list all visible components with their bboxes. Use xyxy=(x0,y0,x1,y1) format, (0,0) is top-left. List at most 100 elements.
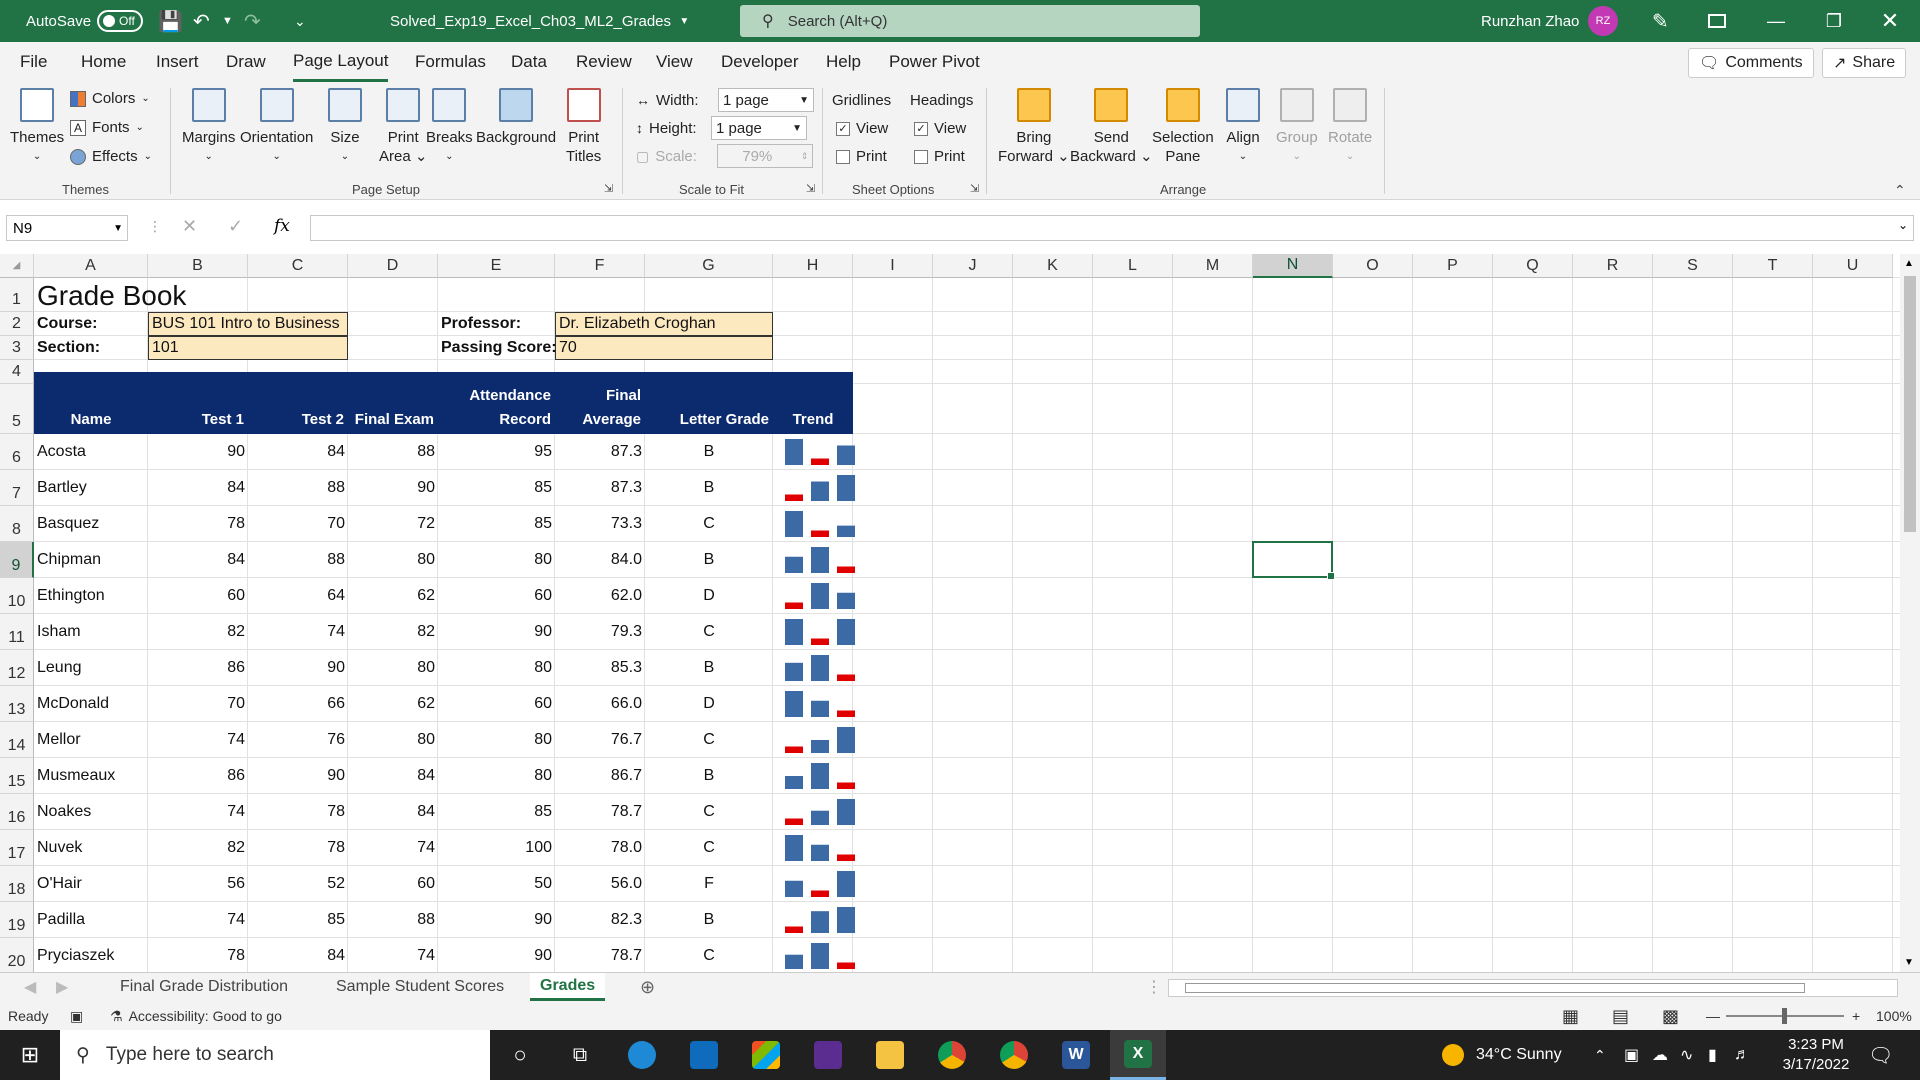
next-sheet-icon[interactable]: ▶ xyxy=(56,973,68,1001)
student-name[interactable]: O'Hair xyxy=(34,866,148,902)
final-exam-score[interactable]: 90 xyxy=(348,470,438,506)
student-name[interactable]: Padilla xyxy=(34,902,148,938)
final-exam-score[interactable]: 88 xyxy=(348,902,438,938)
sheet-options-launcher-icon[interactable]: ⇲ xyxy=(970,182,979,195)
insert-function-icon[interactable]: fx xyxy=(274,216,290,236)
volume-icon[interactable]: ♬ xyxy=(1734,1030,1750,1080)
test-1-score[interactable]: 56 xyxy=(148,866,248,902)
row-header-7[interactable]: 7 xyxy=(0,470,34,506)
row-header-16[interactable]: 16 xyxy=(0,794,34,830)
column-header-a[interactable]: A xyxy=(34,254,148,278)
task-view-icon[interactable]: ⧉ xyxy=(552,1030,608,1080)
final-average[interactable]: 86.7 xyxy=(555,758,645,794)
word-icon[interactable]: W xyxy=(1048,1030,1104,1080)
letter-grade[interactable]: B xyxy=(645,470,773,506)
final-average[interactable]: 79.3 xyxy=(555,614,645,650)
scale-launcher-icon[interactable]: ⇲ xyxy=(806,182,815,195)
final-average[interactable]: 84.0 xyxy=(555,542,645,578)
letter-grade[interactable]: B xyxy=(645,758,773,794)
name-box[interactable]: N9 ▼ xyxy=(6,215,128,241)
column-header-i[interactable]: I xyxy=(853,254,933,278)
final-average[interactable]: 85.3 xyxy=(555,650,645,686)
letter-grade[interactable]: B xyxy=(645,434,773,470)
final-exam-score[interactable]: 88 xyxy=(348,434,438,470)
headings-print-checkbox[interactable]: Print xyxy=(914,148,965,165)
clock[interactable]: 3:23 PM 3/17/2022 xyxy=(1768,1030,1864,1080)
letter-grade[interactable]: C xyxy=(645,722,773,758)
attendance-record[interactable]: 80 xyxy=(438,650,555,686)
breaks-button[interactable]: Breaks ⌄ xyxy=(426,88,473,166)
row-header-17[interactable]: 17 xyxy=(0,830,34,866)
final-average[interactable]: 78.0 xyxy=(555,830,645,866)
column-header-d[interactable]: D xyxy=(348,254,438,278)
chrome-profile-icon[interactable] xyxy=(986,1030,1042,1080)
test-1-score[interactable]: 86 xyxy=(148,650,248,686)
column-header-p[interactable]: P xyxy=(1413,254,1493,278)
horizontal-scrollbar[interactable] xyxy=(1168,979,1898,997)
final-exam-score[interactable]: 80 xyxy=(348,650,438,686)
add-sheet-icon[interactable]: ⊕ xyxy=(640,973,655,1001)
final-average[interactable]: 66.0 xyxy=(555,686,645,722)
test-1-score[interactable]: 82 xyxy=(148,614,248,650)
windows-start-icon[interactable]: ⊞ xyxy=(2,1030,58,1080)
column-header-s[interactable]: S xyxy=(1653,254,1733,278)
student-name[interactable]: Musmeaux xyxy=(34,758,148,794)
student-name[interactable]: McDonald xyxy=(34,686,148,722)
test-2-score[interactable]: 90 xyxy=(248,650,348,686)
letter-grade[interactable]: C xyxy=(645,830,773,866)
letter-grade[interactable]: C xyxy=(645,794,773,830)
column-header-k[interactable]: K xyxy=(1013,254,1093,278)
header-name[interactable]: Name xyxy=(34,372,148,434)
final-exam-score[interactable]: 80 xyxy=(348,542,438,578)
background-button[interactable]: Background xyxy=(476,88,556,147)
letter-grade[interactable]: F xyxy=(645,866,773,902)
row-header-6[interactable]: 6 xyxy=(0,434,34,470)
row-header-20[interactable]: 20 xyxy=(0,938,34,972)
save-icon[interactable]: 💾 xyxy=(158,0,183,42)
final-average[interactable]: 87.3 xyxy=(555,434,645,470)
column-header-b[interactable]: B xyxy=(148,254,248,278)
horizontal-scroll-thumb[interactable] xyxy=(1185,983,1805,993)
store-icon[interactable] xyxy=(738,1030,794,1080)
column-header-t[interactable]: T xyxy=(1733,254,1813,278)
row-header-10[interactable]: 10 xyxy=(0,578,34,614)
column-header-j[interactable]: J xyxy=(933,254,1013,278)
attendance-record[interactable]: 80 xyxy=(438,542,555,578)
taskbar-search[interactable]: ⚲ Type here to search xyxy=(60,1030,490,1080)
print-titles-button[interactable]: Print Titles xyxy=(566,88,601,166)
row-header-2[interactable]: 2 xyxy=(0,312,34,336)
row-header-3[interactable]: 3 xyxy=(0,336,34,360)
tab-draw[interactable]: Draw xyxy=(226,42,266,82)
headings-view-checkbox[interactable]: ✓ View xyxy=(914,120,966,137)
letter-grade[interactable]: B xyxy=(645,542,773,578)
test-1-score[interactable]: 86 xyxy=(148,758,248,794)
meet-icon[interactable]: ▣ xyxy=(1624,1030,1639,1080)
passing-score-label[interactable]: Passing Score: xyxy=(438,336,557,360)
battery-icon[interactable]: ▮ xyxy=(1708,1030,1717,1080)
final-exam-score[interactable]: 74 xyxy=(348,830,438,866)
file-name[interactable]: Solved_Exp19_Excel_Ch03_ML2_Grades ▼ xyxy=(390,0,689,42)
test-2-score[interactable]: 78 xyxy=(248,794,348,830)
header-attendance-record[interactable]: Attendance Record xyxy=(438,372,555,434)
tab-file[interactable]: File xyxy=(20,42,47,82)
row-header-11[interactable]: 11 xyxy=(0,614,34,650)
column-header-f[interactable]: F xyxy=(555,254,645,278)
excel-icon[interactable]: X xyxy=(1110,1030,1166,1080)
test-1-score[interactable]: 82 xyxy=(148,830,248,866)
effects-button[interactable]: Effects ⌄ xyxy=(70,148,152,165)
height-dropdown[interactable]: 1 page ▼ xyxy=(711,116,807,140)
bring-forward-button[interactable]: Bring Forward ⌄ xyxy=(998,88,1070,166)
zoom-slider[interactable] xyxy=(1726,1002,1844,1030)
macro-record-icon[interactable]: ▣ xyxy=(70,1002,83,1030)
user-name[interactable]: Runzhan Zhao xyxy=(1481,0,1579,42)
column-header-c[interactable]: C xyxy=(248,254,348,278)
test-1-score[interactable]: 90 xyxy=(148,434,248,470)
colors-button[interactable]: Colors ⌄ xyxy=(70,90,150,107)
worksheet-grid[interactable]: ◢ A B C D E F G H I J K L M N O P Q R S T U 1 2 3 4 5 6 7 8 9 10 11 12 13 1… xyxy=(0,254,1900,972)
attendance-record[interactable]: 50 xyxy=(438,866,555,902)
test-2-score[interactable]: 88 xyxy=(248,542,348,578)
undo-icon[interactable]: ↶ xyxy=(193,0,210,42)
file-explorer-icon[interactable] xyxy=(862,1030,918,1080)
fonts-button[interactable]: A Fonts ⌄ xyxy=(70,119,144,136)
row-header-8[interactable]: 8 xyxy=(0,506,34,542)
